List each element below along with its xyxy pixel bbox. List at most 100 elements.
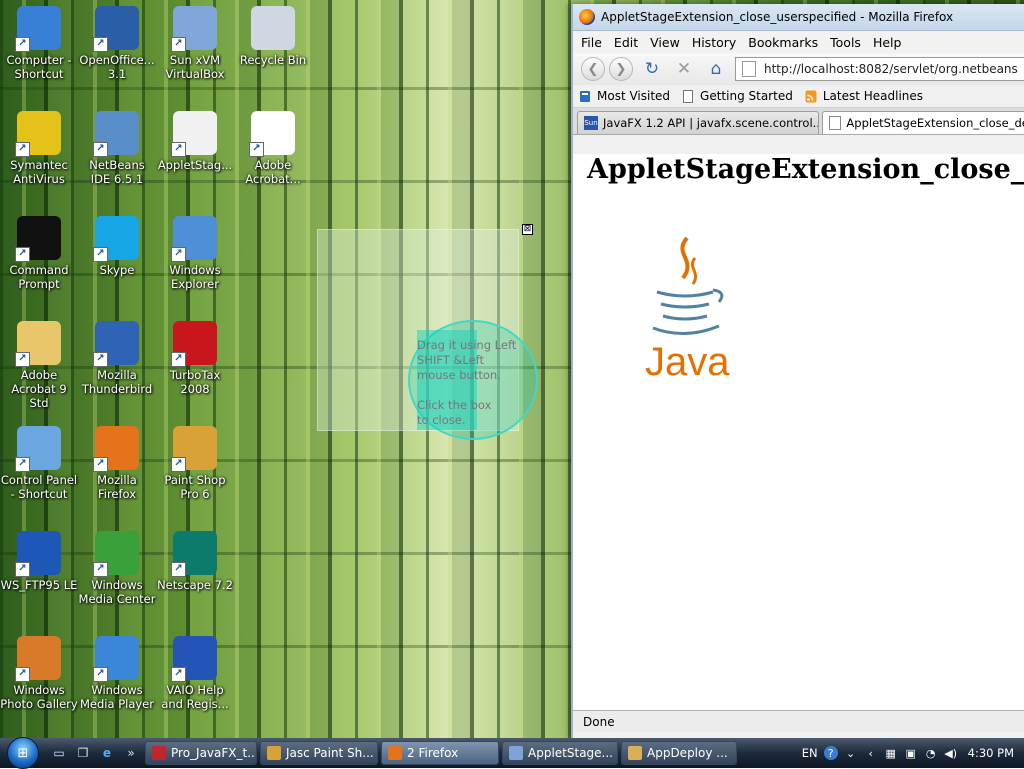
desktop-icon[interactable]: Recycle Bin	[234, 0, 312, 100]
bookmark-getting-started[interactable]: Getting Started	[682, 89, 793, 103]
menu-history[interactable]: History	[692, 35, 736, 50]
explorer-icon: ↗	[171, 216, 217, 262]
stop-icon[interactable]: ✕	[671, 58, 697, 80]
arrow-left-icon[interactable]: ‹	[864, 746, 878, 760]
desktop-icon[interactable]: ↗ Windows Media Center	[78, 525, 156, 625]
desktop-icon[interactable]: ↗ Computer - Shortcut	[0, 0, 78, 100]
taskbar: ⊞ ▭ ❐ e » Pro_JavaFX_t... Jasc Paint Sh..…	[0, 737, 1024, 769]
desktop-icon[interactable]: ↗ Mozilla Firefox	[78, 420, 156, 520]
recycle-bin-icon	[251, 6, 295, 50]
desktop-icon[interactable]: ↗ Adobe Acrobat...	[234, 105, 312, 205]
desktop-icon[interactable]: ↗ Windows Explorer	[156, 210, 234, 310]
show-desktop-icon[interactable]: ▭	[48, 742, 70, 764]
desktop-icon[interactable]: ↗ Windows Photo Gallery	[0, 630, 78, 730]
menu-tools[interactable]: Tools	[830, 35, 861, 50]
shortcut-arrow-icon: ↗	[171, 142, 186, 157]
desktop-icon-label: Mozilla Firefox	[97, 473, 137, 501]
shortcut-arrow-icon: ↗	[171, 457, 186, 472]
chevron-down-icon[interactable]: ⌄	[844, 746, 858, 760]
shortcut-arrow-icon: ↗	[15, 667, 30, 682]
desktop-icon-label: Sun xVM VirtualBox	[165, 53, 225, 81]
desktop-icon-label: Adobe Acrobat 9 Std	[11, 368, 67, 410]
reload-icon[interactable]: ↻	[639, 58, 665, 80]
desktop-icon[interactable]: ↗ Adobe Acrobat 9 Std	[0, 315, 78, 415]
java-icon: ↗	[171, 111, 217, 157]
desktop-icon[interactable]: ↗ OpenOffice... 3.1	[78, 0, 156, 100]
firefox-icon: ↗	[93, 426, 139, 472]
stage-instructions: Drag it using Left SHIFT &Left mouse but…	[417, 338, 517, 427]
tab-applet-stage[interactable]: AppletStageExtension_close_def	[822, 111, 1024, 134]
tab-label: AppletStageExtension_close_def	[846, 116, 1024, 130]
taskbar-button-label: Pro_JavaFX_t...	[171, 746, 257, 760]
desktop-icon-label: Windows Media Center	[78, 578, 156, 606]
taskbar-button-label: 2 Firefox	[407, 746, 459, 760]
switch-windows-icon[interactable]: ❐	[72, 742, 94, 764]
media-player-icon: ↗	[93, 636, 139, 682]
taskbar-button[interactable]: Pro_JavaFX_t...	[145, 741, 257, 765]
control-panel-icon: ↗	[15, 426, 61, 472]
network-icon[interactable]: ▦	[884, 746, 898, 760]
internet-explorer-icon[interactable]: e	[96, 742, 118, 764]
menu-file[interactable]: File	[581, 35, 602, 50]
shortcut-arrow-icon: ↗	[249, 142, 264, 157]
page-icon	[742, 61, 756, 77]
tab-label: JavaFX 1.2 API | javafx.scene.control...	[603, 116, 820, 130]
firefox-icon	[579, 9, 595, 25]
virtualbox-icon: ↗	[171, 6, 217, 52]
taskbar-button-label: Jasc Paint Sh...	[286, 746, 374, 760]
desktop-icon[interactable]: ↗ Control Panel - Shortcut	[0, 420, 78, 520]
language-indicator[interactable]: EN	[802, 746, 818, 760]
desktop-icon-label: Mozilla Thunderbird	[81, 368, 153, 396]
forward-button[interactable]: ❯	[609, 57, 633, 81]
stage-close-icon[interactable]: ⊠	[522, 224, 533, 235]
url-bar[interactable]: http://localhost:8082/servlet/org.netbea…	[735, 57, 1024, 81]
clock[interactable]: 4:30 PM	[968, 746, 1014, 760]
desktop-icon[interactable]: ↗ Windows Media Player	[78, 630, 156, 730]
tab-strip: Sun JavaFX 1.2 API | javafx.scene.contro…	[573, 108, 1024, 135]
quick-launch-more-icon[interactable]: »	[120, 742, 142, 764]
media-center-icon: ↗	[93, 531, 139, 577]
home-icon[interactable]: ⌂	[703, 58, 729, 80]
start-button[interactable]: ⊞	[0, 737, 46, 769]
wifi-icon[interactable]: ◔	[924, 746, 938, 760]
bookmark-most-visited[interactable]: Most Visited	[579, 89, 670, 103]
shortcut-arrow-icon: ↗	[15, 247, 30, 262]
desktop-icon[interactable]: ↗ Sun xVM VirtualBox	[156, 0, 234, 100]
java-logo: Java	[645, 236, 730, 380]
menu-view[interactable]: View	[650, 35, 680, 50]
desktop-icon[interactable]: ↗ AppletStag...	[156, 105, 234, 205]
taskbar-button[interactable]: AppDeploy ...	[621, 741, 737, 765]
desktop-icon[interactable]: ↗ WS_FTP95 LE	[0, 525, 78, 625]
desktop-icon[interactable]: ↗ Netscape 7.2	[156, 525, 234, 625]
tab-javafx-api[interactable]: Sun JavaFX 1.2 API | javafx.scene.contro…	[577, 111, 820, 134]
menu-edit[interactable]: Edit	[614, 35, 638, 50]
bookmark-latest-headlines[interactable]: Latest Headlines	[805, 89, 923, 103]
bookmark-label: Most Visited	[597, 89, 671, 103]
desktop-icon-label: Windows Explorer	[169, 263, 221, 291]
shortcut-arrow-icon: ↗	[93, 352, 108, 367]
menu-bookmarks[interactable]: Bookmarks	[748, 35, 818, 50]
back-button[interactable]: ❮	[581, 57, 605, 81]
desktop-icon[interactable]: ↗ Skype	[78, 210, 156, 310]
desktop-icon-label: Control Panel - Shortcut	[0, 473, 78, 501]
shortcut-arrow-icon: ↗	[93, 142, 108, 157]
menu-help[interactable]: Help	[873, 35, 902, 50]
desktop-icon-label: Recycle Bin	[239, 53, 307, 67]
display-icon[interactable]: ▣	[904, 746, 918, 760]
desktop-icon[interactable]: ↗ Paint Shop Pro 6	[156, 420, 234, 520]
desktop-icon[interactable]: ↗ Command Prompt	[0, 210, 78, 310]
taskbar-button[interactable]: Jasc Paint Sh...	[260, 741, 378, 765]
desktop-icon[interactable]: ↗ VAIO Help and Regis...	[156, 630, 234, 730]
firefox-icon	[388, 746, 402, 760]
desktop-icon[interactable]: ↗ TurboTax 2008	[156, 315, 234, 415]
desktop-icon[interactable]: ↗ NetBeans IDE 6.5.1	[78, 105, 156, 205]
help-tray-icon[interactable]: ?	[823, 746, 838, 760]
system-tray: EN ? ⌄ ‹ ▦ ▣ ◔ ◀) 4:30 PM	[802, 738, 1024, 768]
desktop-icon[interactable]: ↗ Symantec AntiVirus	[0, 105, 78, 205]
taskbar-button[interactable]: 2 Firefox	[381, 741, 499, 765]
desktop-icon[interactable]: ↗ Mozilla Thunderbird	[78, 315, 156, 415]
volume-icon[interactable]: ◀)	[944, 746, 958, 760]
window-title-bar[interactable]: AppletStageExtension_close_userspecified…	[573, 4, 1024, 31]
desktop-icon-label: Computer - Shortcut	[6, 53, 72, 81]
taskbar-button[interactable]: AppletStage...	[502, 741, 618, 765]
